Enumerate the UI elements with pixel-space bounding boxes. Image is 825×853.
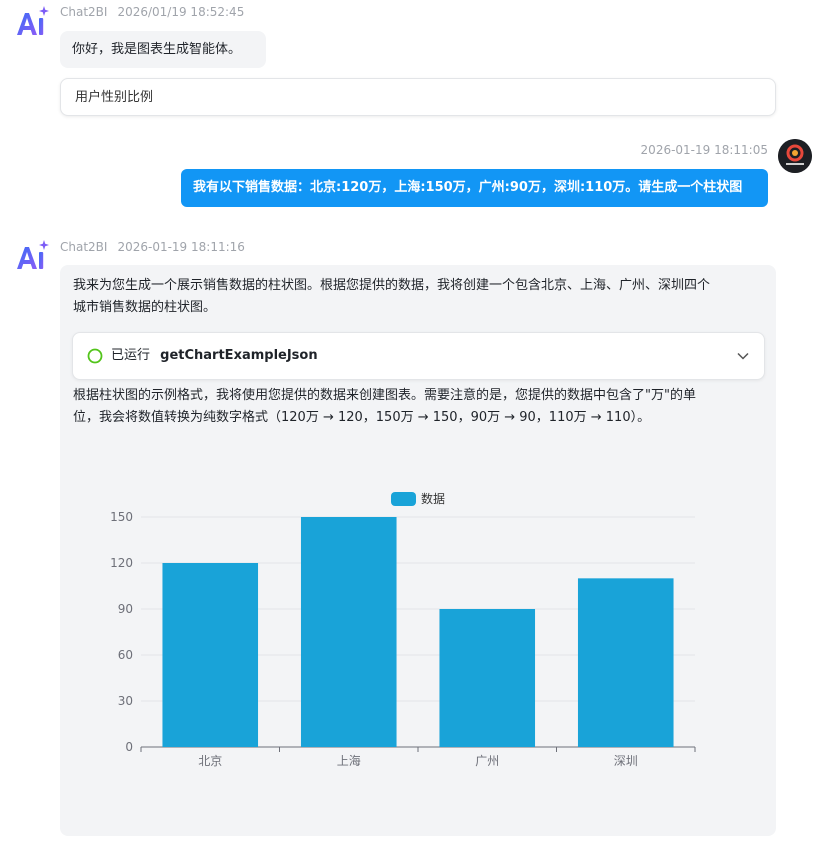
note-line: 根据柱状图的示例格式，我将使用您提供的数据来创建图表。需要注意的是，您提供的数据… bbox=[73, 388, 696, 403]
message-time: 2026/01/19 18:52:45 bbox=[117, 5, 245, 19]
user-message-bubble: 我有以下销售数据：北京:120万，上海:150万，广州:90万，深圳:110万。… bbox=[181, 169, 768, 207]
bot-message-bubble: 你好，我是图表生成智能体。 bbox=[60, 31, 266, 68]
user-message-text: 我有以下销售数据：北京:120万，上海:150万，广州:90万，深圳:110万。… bbox=[193, 180, 743, 195]
intro-line: 我来为您生成一个展示销售数据的柱状图。根据您提供的数据，我将创建一个包含北京、上… bbox=[73, 278, 711, 293]
tool-call-label: 已运行 getChartExampleJson bbox=[111, 333, 318, 379]
chevron-down-icon[interactable] bbox=[736, 349, 750, 363]
legend-swatch bbox=[391, 492, 416, 506]
tool-status: 已运行 bbox=[111, 348, 151, 363]
ai-logo-icon bbox=[17, 240, 49, 269]
brand-avatar-icon[interactable] bbox=[778, 139, 812, 173]
note-text: 根据柱状图的示例格式，我将使用您提供的数据来创建图表。需要注意的是，您提供的数据… bbox=[73, 385, 696, 429]
tool-call-card[interactable]: 已运行 getChartExampleJson bbox=[72, 332, 765, 380]
check-circle-icon bbox=[87, 348, 103, 364]
sender-name: Chat2BI bbox=[60, 240, 108, 254]
y-tick-label: 90 bbox=[118, 602, 133, 616]
suggestion-chip[interactable]: 用户性别比例 bbox=[60, 78, 776, 116]
y-tick-label: 0 bbox=[125, 740, 133, 754]
message-meta: Chat2BI 2026/01/19 18:52:45 bbox=[60, 5, 244, 19]
legend-label: 数据 bbox=[421, 491, 445, 506]
y-tick-label: 60 bbox=[118, 648, 133, 662]
y-tick-label: 30 bbox=[118, 694, 133, 708]
x-tick-label: 北京 bbox=[198, 754, 222, 768]
x-tick-label: 广州 bbox=[475, 754, 499, 768]
bar-2 bbox=[300, 517, 397, 747]
tool-name: getChartExampleJson bbox=[160, 348, 318, 363]
ai-logo-icon bbox=[17, 6, 49, 35]
message-meta: Chat2BI 2026-01-19 18:11:16 bbox=[60, 240, 245, 254]
intro-text: 我来为您生成一个展示销售数据的柱状图。根据您提供的数据，我将创建一个包含北京、上… bbox=[73, 275, 710, 319]
user-message-time: 2026-01-19 18:11:05 bbox=[640, 143, 768, 157]
note-line: 位，我会将数值转换为纯数字格式（120万 → 120，150万 → 150，90… bbox=[73, 410, 651, 425]
bar-1 bbox=[162, 563, 259, 747]
x-tick-label: 深圳 bbox=[614, 754, 638, 768]
bar-3 bbox=[439, 609, 536, 747]
message-time: 2026-01-19 18:11:16 bbox=[117, 240, 245, 254]
bar-chart: 0 30 60 90 120 150 北京 上海 广州 深圳 数据 bbox=[110, 491, 696, 768]
x-tick-label: 上海 bbox=[337, 753, 361, 768]
y-tick-label: 120 bbox=[110, 556, 133, 570]
bar-4 bbox=[577, 578, 674, 747]
bot-chart-message: 我来为您生成一个展示销售数据的柱状图。根据您提供的数据，我将创建一个包含北京、上… bbox=[60, 265, 776, 836]
suggestion-text: 用户性别比例 bbox=[75, 90, 154, 105]
intro-line: 城市销售数据的柱状图。 bbox=[73, 300, 217, 315]
y-tick-label: 150 bbox=[110, 510, 133, 524]
sender-name: Chat2BI bbox=[60, 5, 108, 19]
bot-greeting-text: 你好，我是图表生成智能体。 bbox=[72, 42, 242, 57]
